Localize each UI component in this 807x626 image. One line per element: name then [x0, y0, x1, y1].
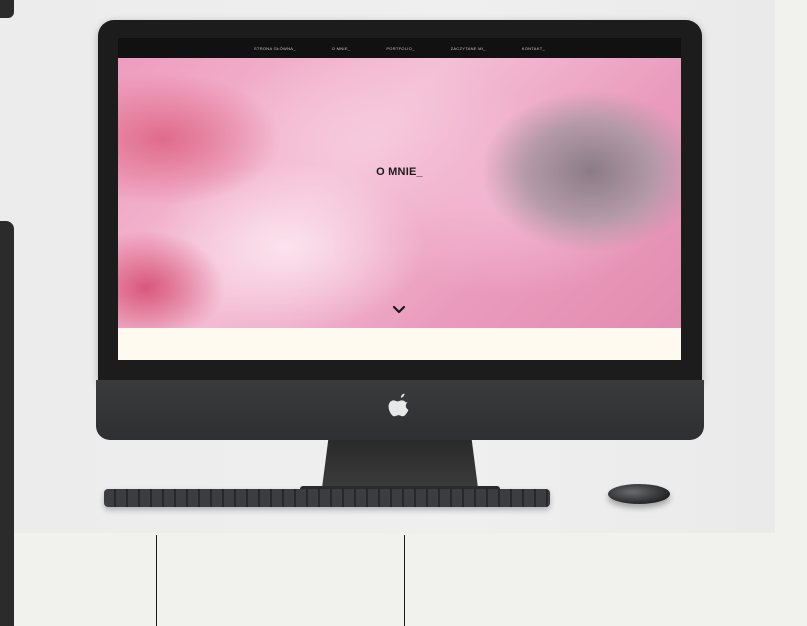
content-section — [118, 328, 681, 360]
site-navigation: STRONA GŁÓWNA_ O MNIE_ PORTFOLIO_ ZACZYT… — [118, 38, 681, 58]
page-section-frame — [156, 535, 405, 626]
partial-device-side — [0, 221, 14, 626]
hero-banner: O MNIE_ — [118, 58, 681, 328]
nav-link-portfolio[interactable]: PORTFOLIO_ — [386, 46, 414, 51]
nav-link-about[interactable]: O MNIE_ — [332, 46, 351, 51]
nav-link-reading[interactable]: ZACZYTANE MI_ — [451, 46, 486, 51]
nav-link-home[interactable]: STRONA GŁÓWNA_ — [254, 46, 296, 51]
chevron-down-icon[interactable] — [392, 305, 406, 315]
mouse — [608, 484, 670, 504]
keyboard — [104, 489, 550, 507]
mockup-scene: STRONA GŁÓWNA_ O MNIE_ PORTFOLIO_ ZACZYT… — [0, 0, 807, 626]
imac-stand — [322, 440, 478, 488]
imac-screen: STRONA GŁÓWNA_ O MNIE_ PORTFOLIO_ ZACZYT… — [118, 38, 681, 360]
hero-title: O MNIE_ — [376, 166, 423, 178]
nav-link-contact[interactable]: KONTAKT_ — [522, 46, 545, 51]
partial-device-top — [0, 0, 14, 18]
apple-logo-icon — [388, 393, 409, 417]
